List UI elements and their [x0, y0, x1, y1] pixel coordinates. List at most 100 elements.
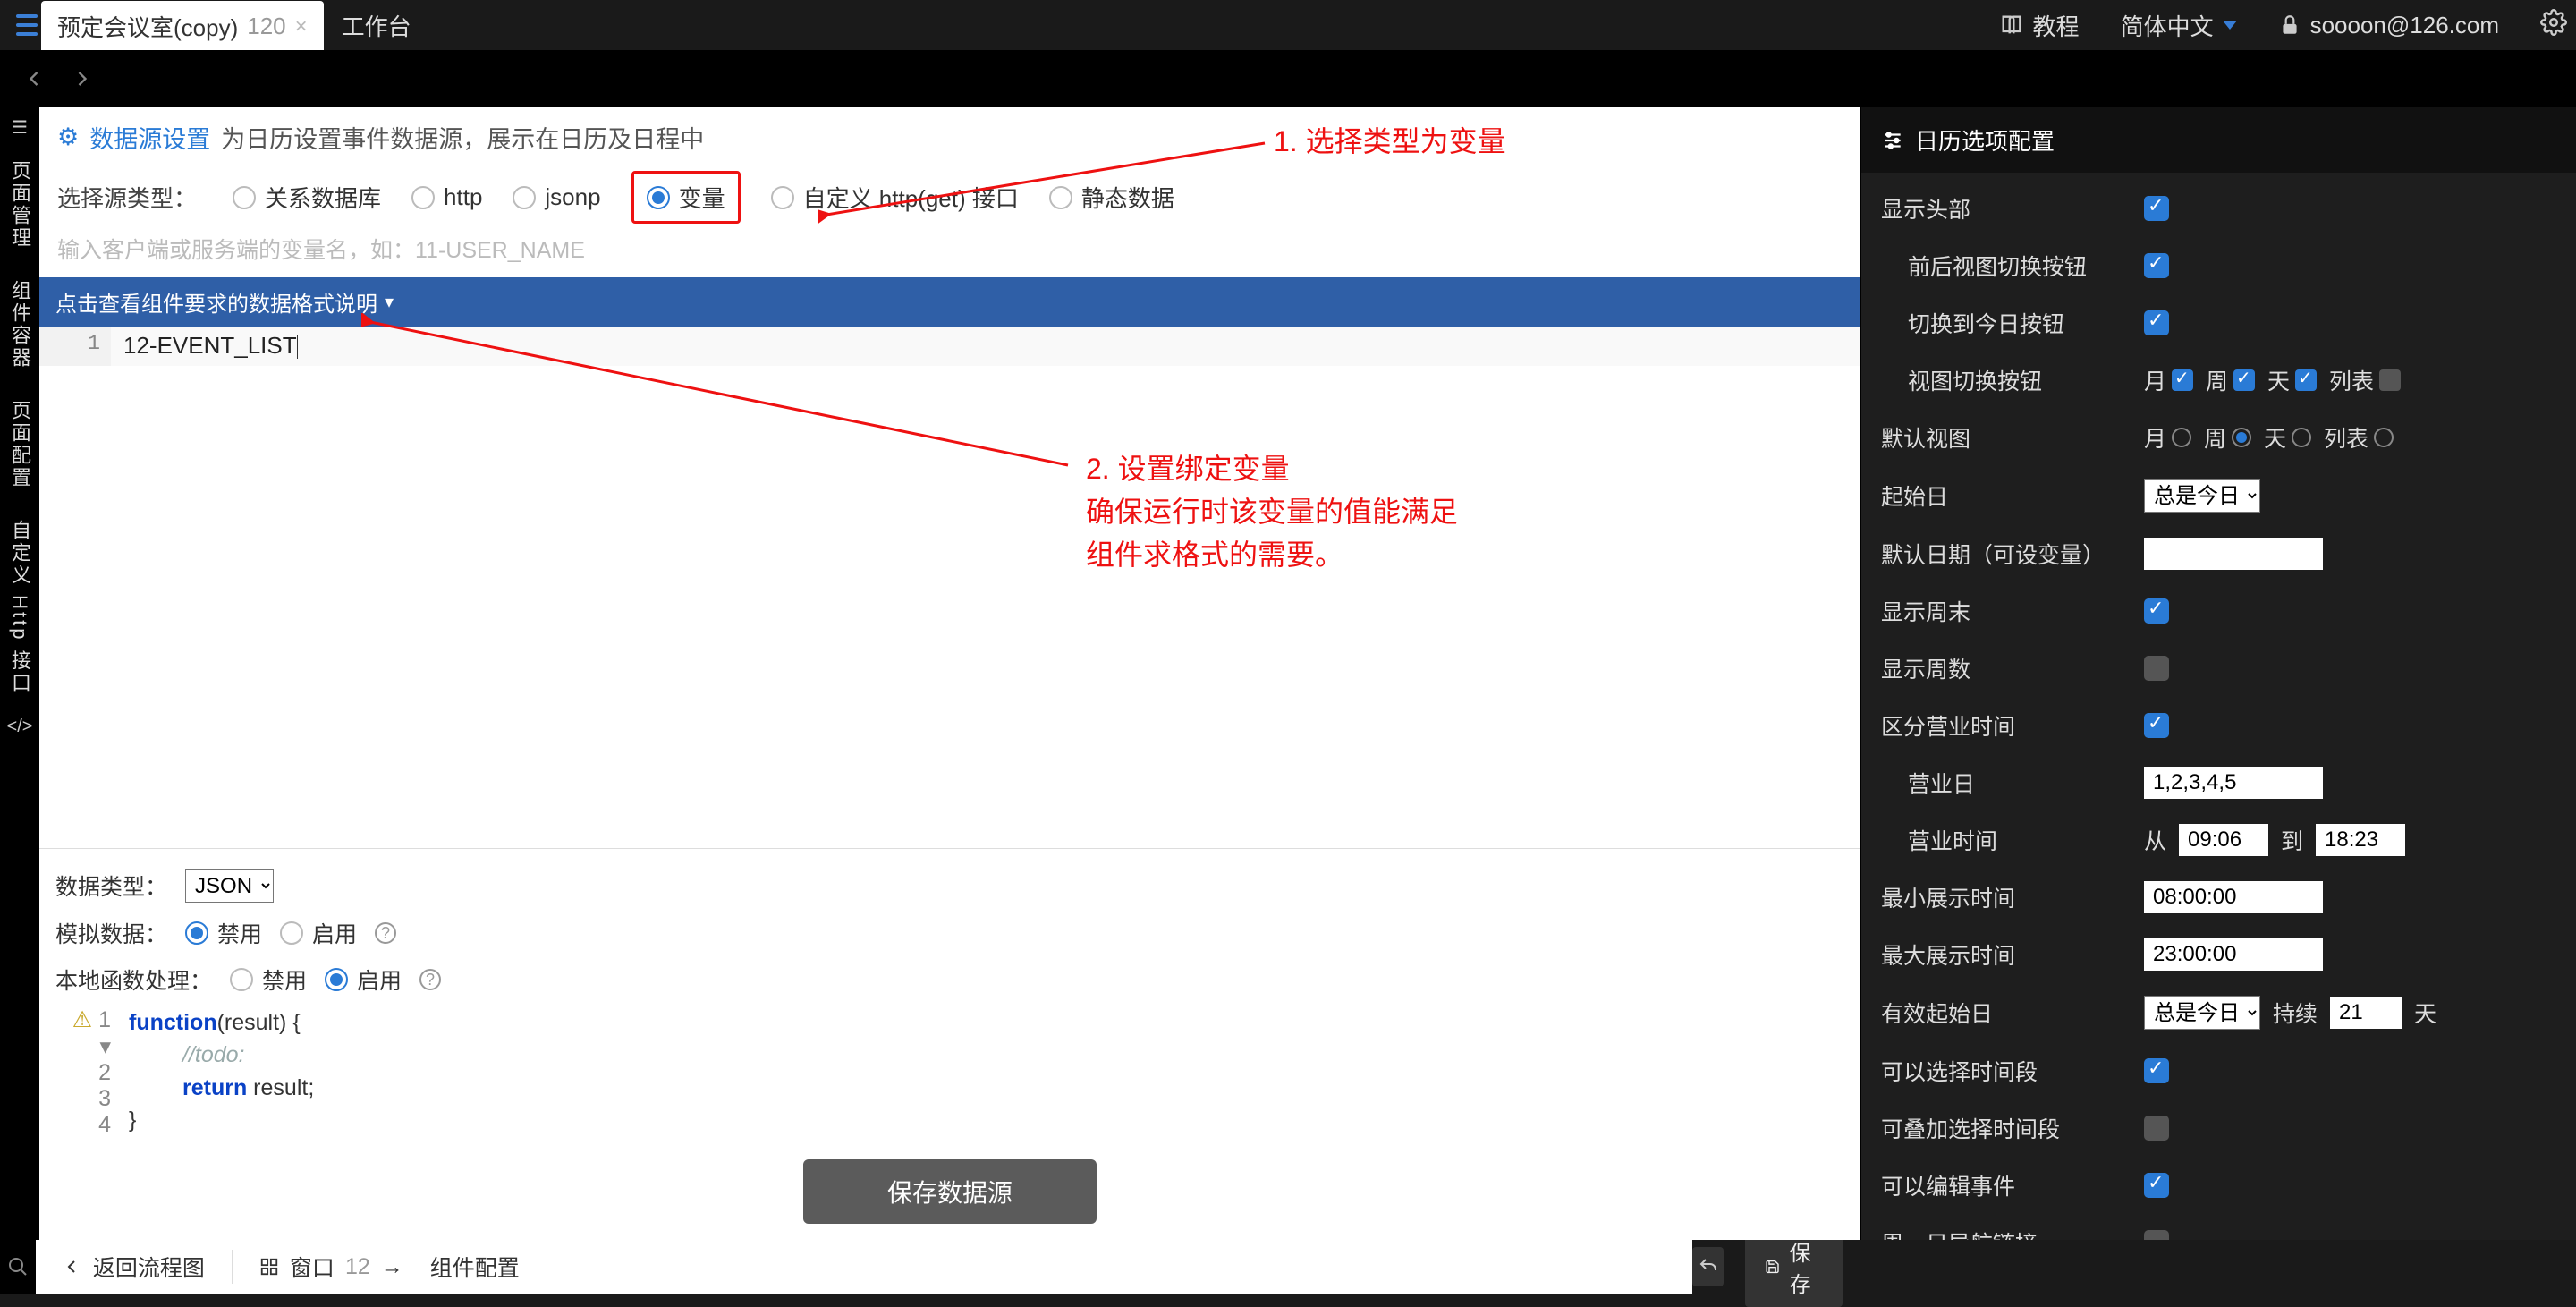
gutter: 1 — [39, 327, 111, 366]
back-to-flow-button[interactable]: 返回流程图 — [61, 1251, 205, 1283]
annotation-highlight-box: 变量 — [631, 171, 741, 224]
input-biz-to[interactable] — [2316, 824, 2405, 856]
bottom-panel: 数据类型： JSON 模拟数据： 禁用 启用 ? 本地函数处理： 禁用 启用 ?… — [39, 848, 1860, 1240]
user-menu[interactable]: soooon@126.com — [2278, 12, 2499, 39]
chevron-right-icon: → — [381, 1254, 403, 1280]
sidebar-item-http[interactable]: 自定义 Http 接口 — [5, 511, 34, 704]
right-panel: 日历选项配置 显示头部 前后视图切换按钮 切换到今日按钮 视图切换按钮 月 周 … — [1860, 107, 2576, 1240]
help-icon[interactable]: ? — [375, 922, 396, 944]
sidebar-item-containers[interactable]: 组件容器 — [5, 271, 34, 378]
arrow-right-icon[interactable] — [70, 66, 95, 91]
list-icon: ☰ — [12, 116, 28, 139]
checkbox-can-select[interactable] — [2144, 1058, 2169, 1083]
sub-header — [0, 50, 2576, 107]
save-icon — [1765, 1257, 1780, 1277]
chk-view-list[interactable]: 列表 — [2329, 364, 2401, 396]
footer: 返回流程图 窗口 12 → 组件配置 保存 — [0, 1240, 2576, 1294]
variable-input-placeholder[interactable]: 输入客户端或服务端的变量名，如：11-USER_NAME — [39, 229, 1860, 277]
variable-code-editor[interactable]: 1 12-EVENT_LIST — [39, 327, 1860, 366]
checkbox-can-overlap[interactable] — [2144, 1116, 2169, 1141]
menu-icon[interactable] — [9, 7, 45, 43]
radio-relational-db[interactable]: 关系数据库 — [233, 181, 381, 214]
breadcrumb-window[interactable]: 窗口 12 → — [259, 1251, 403, 1283]
data-type-select[interactable]: JSON — [185, 869, 274, 903]
tab-active[interactable]: 预定会议室(copy) 120 × — [41, 1, 324, 50]
chk-view-month[interactable]: 月 — [2144, 364, 2193, 396]
tab-title: 预定会议室(copy) — [57, 10, 238, 43]
grid-icon — [259, 1257, 279, 1277]
radio-mock-disable[interactable]: 禁用 — [185, 917, 262, 949]
chk-view-week[interactable]: 周 — [2206, 364, 2255, 396]
radio-fn-disable[interactable]: 禁用 — [230, 963, 307, 996]
input-default-date[interactable] — [2144, 538, 2323, 570]
radio-static[interactable]: 静态数据 — [1049, 181, 1174, 214]
sidebar-item-pages[interactable]: 页面管理 — [5, 151, 34, 259]
sliders-icon — [1881, 129, 1904, 152]
radio-default-month[interactable]: 月 — [2144, 421, 2191, 454]
radio-fn-enable[interactable]: 启用 — [325, 963, 402, 996]
select-valid-start[interactable]: 总是今日 — [2144, 996, 2260, 1030]
breadcrumb-component-config[interactable]: 组件配置 — [430, 1251, 520, 1283]
select-start-day[interactable]: 总是今日 — [2144, 479, 2260, 513]
input-max-show[interactable] — [2144, 938, 2323, 971]
left-sidebar: ☰ 页面管理 组件容器 页面配置 自定义 Http 接口 </> — [0, 107, 39, 1240]
gutter: ⚠ 1 ▾ 234 — [55, 1003, 120, 1142]
lock-icon — [2278, 13, 2301, 37]
checkbox-show-week-num[interactable] — [2144, 656, 2169, 681]
mock-data-label: 模拟数据： — [55, 917, 167, 949]
chevron-down-icon — [2223, 21, 2237, 30]
source-type-label: 选择源类型： — [57, 181, 197, 214]
search-icon — [7, 1256, 29, 1277]
book-icon — [1999, 13, 2024, 38]
datasource-title: ⚙ 数据源设置 为日历设置事件数据源，展示在日历及日程中 — [39, 107, 1860, 155]
radio-variable[interactable]: 变量 — [647, 181, 725, 214]
undo-icon — [1698, 1256, 1719, 1277]
radio-jsonp[interactable]: jsonp — [513, 183, 600, 211]
format-help-band[interactable]: 点击查看组件要求的数据格式说明 ▾ — [39, 277, 1860, 327]
center-panel: ⚙ 数据源设置 为日历设置事件数据源，展示在日历及日程中 选择源类型： 关系数据… — [39, 107, 1860, 1240]
checkbox-show-header[interactable] — [2144, 196, 2169, 221]
code-line-1: 12-EVENT_LIST — [123, 332, 297, 359]
tutorial-link[interactable]: 教程 — [1999, 9, 2080, 42]
checkbox-can-edit[interactable] — [2144, 1173, 2169, 1198]
chevron-down-icon: ▾ — [385, 291, 394, 313]
settings-button[interactable] — [2540, 9, 2567, 42]
checkbox-biz-hours[interactable] — [2144, 713, 2169, 738]
radio-mock-enable[interactable]: 启用 — [280, 917, 357, 949]
radio-default-week[interactable]: 周 — [2204, 421, 2251, 454]
workbench-label: 工作台 — [342, 9, 411, 42]
gear-icon: ⚙ — [57, 123, 79, 151]
radio-default-list[interactable]: 列表 — [2324, 421, 2394, 454]
local-fn-label: 本地函数处理： — [55, 963, 212, 996]
arrow-left-icon — [61, 1256, 82, 1277]
topbar: 预定会议室(copy) 120 × 工作台 教程 简体中文 soooon@126… — [0, 0, 2576, 50]
radio-default-day[interactable]: 天 — [2264, 421, 2311, 454]
function-editor[interactable]: ⚠ 1 ▾ 234 function(result) { //todo: ret… — [55, 1003, 1844, 1142]
chk-view-day[interactable]: 天 — [2267, 364, 2317, 396]
checkbox-prev-next[interactable] — [2144, 253, 2169, 278]
close-icon[interactable]: × — [295, 14, 308, 39]
datasource-title-desc: 为日历设置事件数据源，展示在日历及日程中 — [221, 120, 704, 155]
undo-button[interactable] — [1692, 1247, 1724, 1286]
radio-custom-http[interactable]: 自定义 http(get) 接口 — [771, 181, 1019, 214]
arrow-left-icon[interactable] — [21, 66, 47, 91]
checkbox-today[interactable] — [2144, 310, 2169, 335]
input-duration[interactable] — [2330, 997, 2402, 1029]
input-min-show[interactable] — [2144, 881, 2323, 913]
source-type-row: 选择源类型： 关系数据库 http jsonp 变量 自定义 http(get)… — [39, 155, 1860, 229]
right-panel-header: 日历选项配置 — [1861, 107, 2576, 173]
input-biz-days[interactable] — [2144, 767, 2323, 799]
radio-http[interactable]: http — [411, 183, 482, 211]
checkbox-show-weekend[interactable] — [2144, 598, 2169, 624]
search-button[interactable] — [0, 1240, 36, 1294]
save-datasource-button[interactable]: 保存数据源 — [803, 1159, 1097, 1224]
sidebar-item-page-config[interactable]: 页面配置 — [5, 391, 34, 498]
datasource-title-blue: 数据源设置 — [89, 120, 210, 155]
checkbox-nav-links[interactable] — [2144, 1230, 2169, 1240]
input-biz-from[interactable] — [2179, 824, 2268, 856]
gear-icon — [2540, 9, 2567, 36]
tab-number: 120 — [247, 13, 285, 40]
help-icon[interactable]: ? — [419, 969, 441, 990]
language-selector[interactable]: 简体中文 — [2121, 9, 2237, 42]
code-icon[interactable]: </> — [7, 717, 33, 737]
